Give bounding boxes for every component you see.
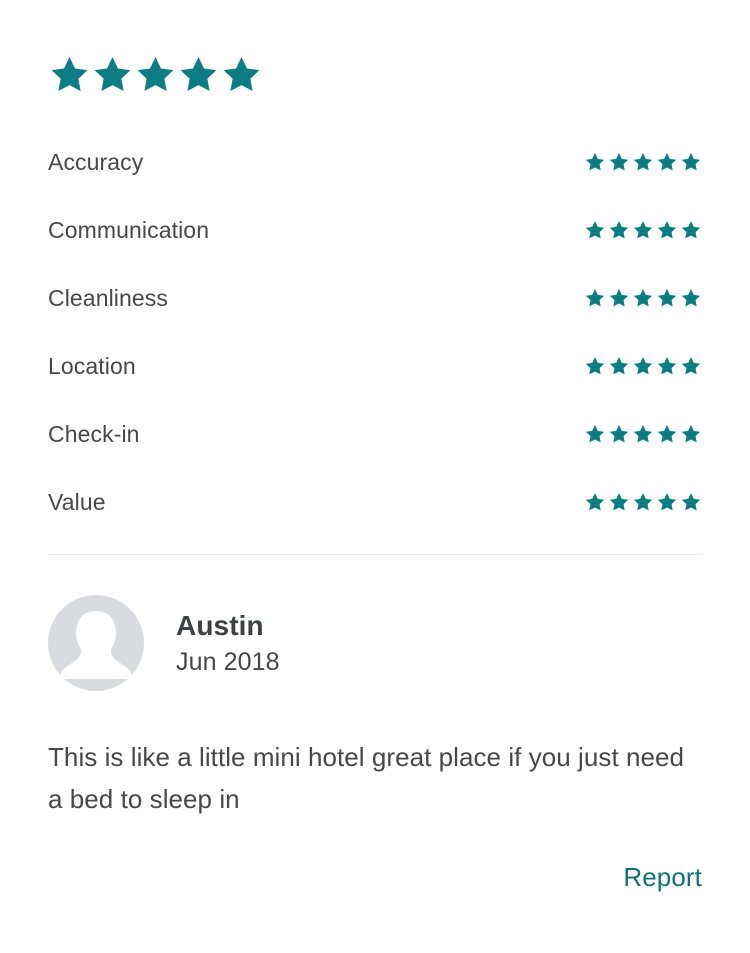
star-icon [608,219,630,241]
star-icon [632,287,654,309]
category-rating-stars [584,151,702,173]
star-icon [656,219,678,241]
category-rating-stars [584,219,702,241]
category-row: Communication [48,196,702,264]
star-icon [632,355,654,377]
star-icon [608,491,630,513]
report-link[interactable]: Report [623,862,702,893]
category-row: Location [48,332,702,400]
star-icon [680,151,702,173]
star-icon [584,287,606,309]
avatar [48,595,144,691]
star-icon [48,53,91,96]
star-icon [608,287,630,309]
reviewer-name: Austin [176,609,264,641]
review-card: Accuracy Communication Cleanliness Location… [0,0,750,953]
star-icon [656,151,678,173]
category-rating-stars [584,491,702,513]
star-icon [656,287,678,309]
overall-rating-stars [48,0,702,100]
category-ratings-list: Accuracy Communication Cleanliness Location… [48,128,702,536]
category-row: Cleanliness [48,264,702,332]
category-row: Accuracy [48,128,702,196]
category-rating-stars [584,423,702,445]
star-icon [134,53,177,96]
category-label: Cleanliness [48,284,168,311]
star-icon [177,53,220,96]
star-icon [632,423,654,445]
reviewer-meta: Austin Jun 2018 [176,608,280,679]
category-label: Value [48,488,106,515]
star-icon [680,491,702,513]
category-label: Location [48,352,136,379]
review-date: Jun 2018 [176,647,280,676]
section-divider [48,554,702,555]
star-icon [584,219,606,241]
category-label: Communication [48,216,210,243]
star-icon [608,423,630,445]
star-icon [680,287,702,309]
category-rating-stars [584,355,702,377]
star-icon [584,355,606,377]
category-label: Accuracy [48,148,144,175]
reviewer-header: Austin Jun 2018 [48,595,702,691]
category-label: Check-in [48,420,140,447]
star-icon [632,219,654,241]
star-icon [680,355,702,377]
star-icon [91,53,134,96]
star-icon [632,491,654,513]
category-row: Check-in [48,400,702,468]
star-icon [608,355,630,377]
star-icon [608,151,630,173]
star-icon [656,355,678,377]
star-icon [584,423,606,445]
star-icon [632,151,654,173]
star-icon [584,491,606,513]
star-icon [680,219,702,241]
star-icon [656,491,678,513]
star-icon [220,53,263,96]
star-icon [584,151,606,173]
star-icon [656,423,678,445]
user-silhouette-icon [58,611,134,679]
category-row: Value [48,468,702,536]
review-body-text: This is like a little mini hotel great p… [48,742,685,815]
category-rating-stars [584,287,702,309]
report-row: Report [48,862,702,893]
star-icon [680,423,702,445]
